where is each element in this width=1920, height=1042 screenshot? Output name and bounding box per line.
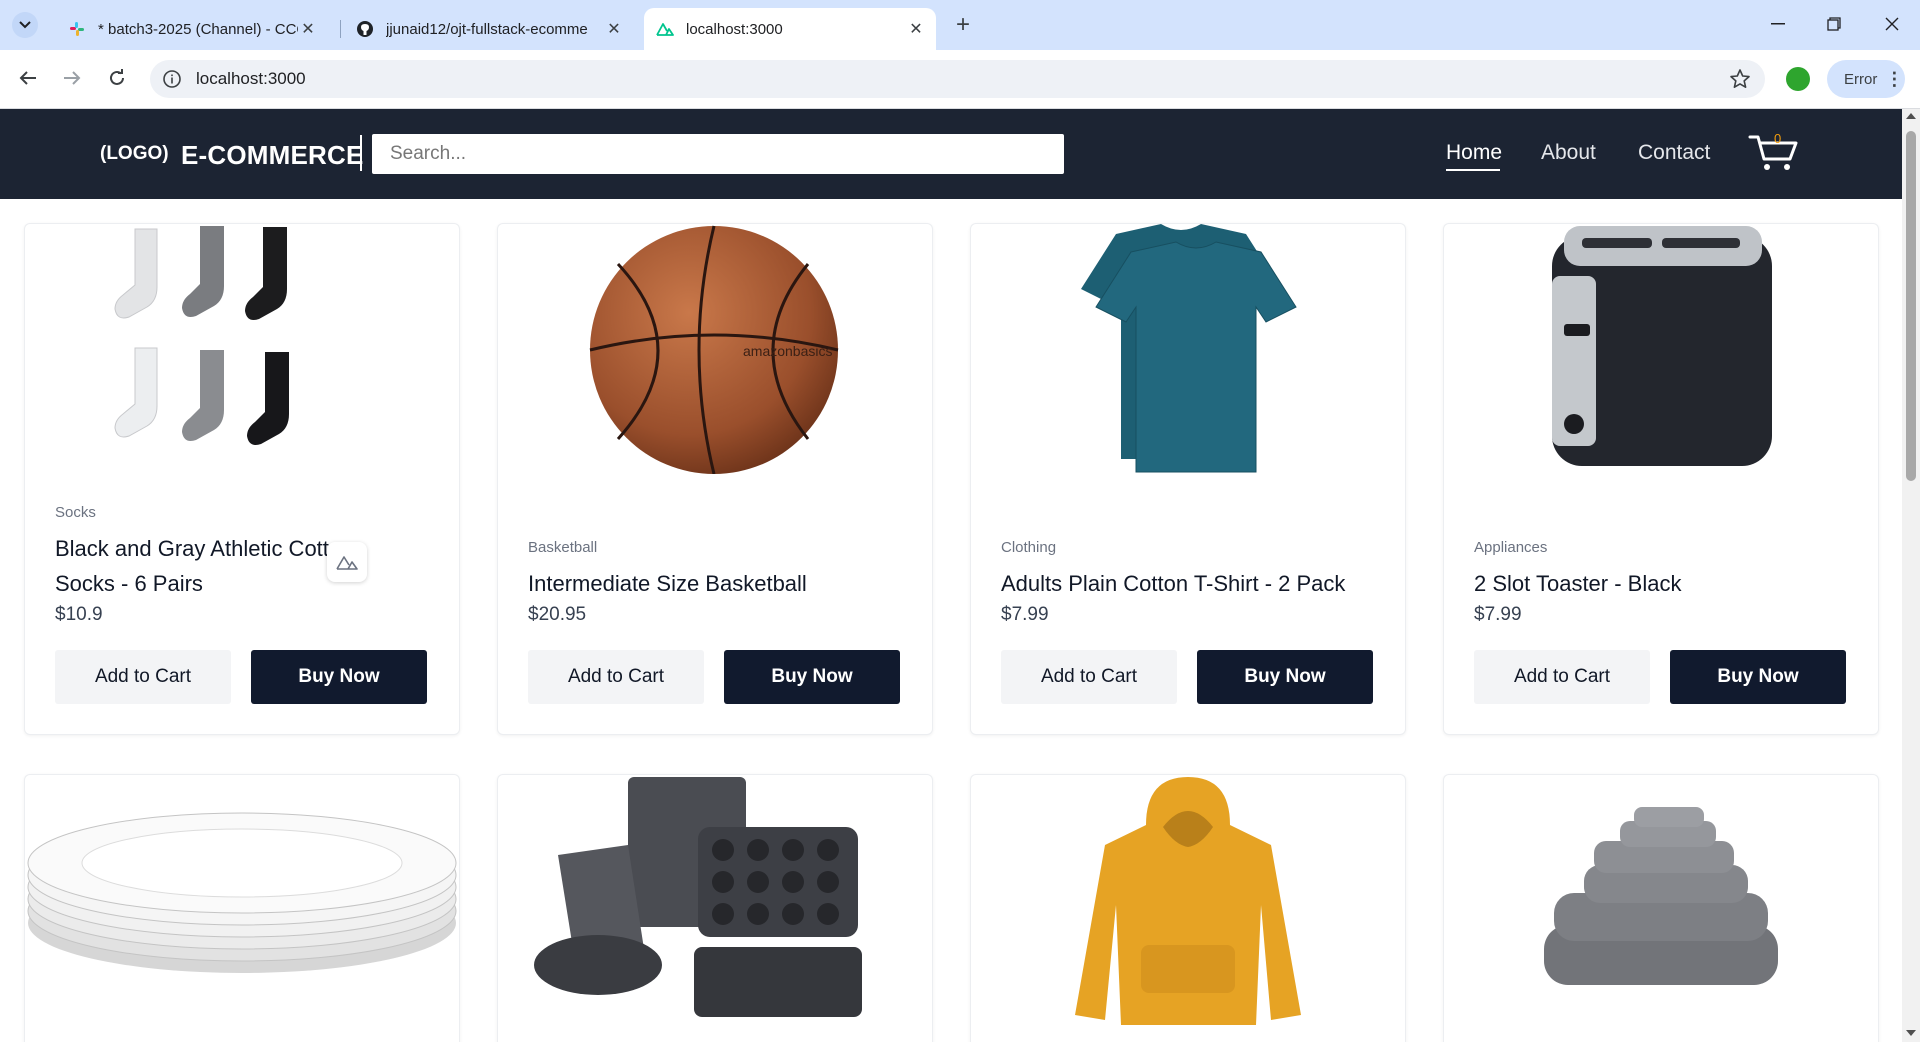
product-category: Appliances xyxy=(1474,539,1548,556)
nav-link-about[interactable]: About xyxy=(1541,141,1596,165)
browser-toolbar: localhost:3000 Error ⋮ xyxy=(0,50,1920,109)
nuxt-icon xyxy=(656,20,674,38)
site-logo[interactable]: (LOGO) xyxy=(100,143,169,165)
nuxt-devtools-button[interactable] xyxy=(327,542,367,582)
toaster-image xyxy=(1552,226,1772,466)
add-to-cart-button[interactable]: Add to Cart xyxy=(1001,650,1177,704)
profile-error-button[interactable]: Error ⋮ xyxy=(1827,60,1905,98)
page-viewport: (LOGO) E-COMMERCE Home About Contact 0 S xyxy=(0,109,1902,1042)
buy-now-button[interactable]: Buy Now xyxy=(1197,650,1373,704)
add-to-cart-button[interactable]: Add to Cart xyxy=(55,650,231,704)
bookmark-star-icon[interactable] xyxy=(1729,68,1751,90)
product-card xyxy=(24,774,460,1042)
reload-icon xyxy=(110,69,124,85)
buy-now-button[interactable]: Buy Now xyxy=(1670,650,1846,704)
forward-button[interactable] xyxy=(57,63,87,93)
arrow-left-icon xyxy=(19,71,36,85)
brand-name[interactable]: E-COMMERCE xyxy=(181,140,364,171)
tab-search-button[interactable] xyxy=(12,12,38,38)
chevron-down-icon xyxy=(19,21,31,29)
reload-button[interactable] xyxy=(102,63,132,93)
product-name[interactable]: Adults Plain Cotton T-Shirt - 2 Pack xyxy=(1001,566,1381,601)
close-icon xyxy=(1885,17,1899,31)
product-price: $10.9 xyxy=(55,604,103,625)
product-name[interactable]: 2 Slot Toaster - Black xyxy=(1474,566,1804,601)
new-tab-button[interactable]: + xyxy=(950,11,976,38)
arrow-right-icon xyxy=(64,71,81,85)
tab-title: * batch3-2025 (Channel) - CCCI xyxy=(98,20,298,38)
page-scrollbar[interactable] xyxy=(1902,109,1920,1042)
url-text[interactable]: localhost:3000 xyxy=(196,69,306,89)
minimize-icon xyxy=(1771,23,1785,25)
extension-icon[interactable] xyxy=(1786,67,1810,91)
hoodie-image xyxy=(1075,777,1301,1025)
search-input[interactable] xyxy=(372,134,1064,174)
plates-image xyxy=(27,812,457,973)
site-navbar: (LOGO) E-COMMERCE Home About Contact 0 xyxy=(0,109,1902,199)
product-card: Socks Black and Gray Athletic Cotton Soc… xyxy=(24,223,460,735)
product-category: Socks xyxy=(55,504,96,521)
scrollbar-thumb[interactable] xyxy=(1906,131,1916,481)
tab-title: localhost:3000 xyxy=(686,20,783,38)
socks-image xyxy=(114,226,289,445)
product-category: Basketball xyxy=(528,539,598,556)
close-icon[interactable]: ✕ xyxy=(298,19,318,39)
tab-github[interactable]: jjunaid12/ojt-fullstack-ecomme ✕ xyxy=(344,8,634,50)
close-window-button[interactable] xyxy=(1864,0,1920,48)
buy-now-button[interactable]: Buy Now xyxy=(251,650,427,704)
profile-status-label: Error xyxy=(1844,70,1878,88)
slack-icon xyxy=(68,20,86,38)
product-card: Clothing Adults Plain Cotton T-Shirt - 2… xyxy=(970,223,1406,735)
product-price: $7.99 xyxy=(1001,604,1049,625)
minimize-button[interactable] xyxy=(1750,0,1806,48)
tab-localhost[interactable]: localhost:3000 ✕ xyxy=(644,8,936,50)
towels-image xyxy=(1544,807,1778,985)
tshirt-image xyxy=(1081,224,1297,473)
add-to-cart-button[interactable]: Add to Cart xyxy=(1474,650,1650,704)
product-name[interactable]: Intermediate Size Basketball xyxy=(528,566,858,601)
info-icon[interactable] xyxy=(162,69,182,89)
restore-button[interactable] xyxy=(1806,0,1862,48)
tab-title: jjunaid12/ojt-fullstack-ecomme xyxy=(386,20,588,38)
tab-slack[interactable]: * batch3-2025 (Channel) - CCCI ✕ xyxy=(56,8,328,50)
scroll-down-arrow-icon[interactable] xyxy=(1906,1030,1916,1036)
close-icon[interactable]: ✕ xyxy=(906,19,926,39)
restore-icon xyxy=(1827,17,1841,31)
active-link-underline xyxy=(1446,169,1500,171)
bakeware-image xyxy=(534,777,862,1017)
product-card xyxy=(497,774,933,1042)
add-to-cart-button[interactable]: Add to Cart xyxy=(528,650,704,704)
browser-tab-bar: * batch3-2025 (Channel) - CCCI ✕ jjunaid… xyxy=(0,0,1920,50)
svg-text:amazonbasics: amazonbasics xyxy=(743,343,833,359)
kebab-menu-icon: ⋮ xyxy=(1885,68,1904,89)
product-price: $7.99 xyxy=(1474,604,1522,625)
product-card xyxy=(970,774,1406,1042)
close-icon[interactable]: ✕ xyxy=(604,19,624,39)
address-bar[interactable]: localhost:3000 xyxy=(150,60,1765,98)
nav-link-home[interactable]: Home xyxy=(1446,141,1502,165)
brand-divider xyxy=(360,135,362,171)
cart-count-badge: 0 xyxy=(1774,131,1782,146)
product-card: amazonbasics Basketball Intermediate Siz… xyxy=(497,223,933,735)
product-category: Clothing xyxy=(1001,539,1057,556)
product-card: Appliances 2 Slot Toaster - Black $7.99 … xyxy=(1443,223,1879,735)
nuxt-icon xyxy=(336,556,358,570)
tab-separator xyxy=(340,20,341,38)
buy-now-button[interactable]: Buy Now xyxy=(724,650,900,704)
nav-link-contact[interactable]: Contact xyxy=(1638,141,1710,165)
scroll-up-arrow-icon[interactable] xyxy=(1906,113,1916,119)
product-card xyxy=(1443,774,1879,1042)
product-price: $20.95 xyxy=(528,604,587,625)
basketball-image: amazonbasics xyxy=(589,225,839,474)
back-button[interactable] xyxy=(13,63,43,93)
github-icon xyxy=(356,20,374,38)
